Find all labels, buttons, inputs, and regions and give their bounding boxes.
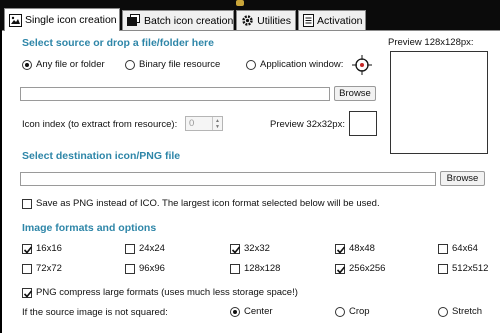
tab-label: Single icon creation (25, 14, 117, 26)
checkbox-label: PNG compress large formats (uses much le… (36, 287, 298, 298)
preview-large-label: Preview 128x128px: (388, 37, 474, 48)
tab-strip: Single icon creation Batch icon creation… (0, 0, 500, 31)
format-checkbox-64x64[interactable]: 64x64 (438, 243, 478, 254)
decorative-mark (236, 0, 244, 6)
single-icon-panel: Select source or drop a file/folder here… (2, 30, 500, 333)
checkbox-label: 256x256 (349, 263, 386, 274)
checkbox-label: 32x32 (244, 243, 270, 254)
radio-stretch[interactable]: Stretch (438, 306, 482, 317)
checkbox-label: 48x48 (349, 243, 375, 254)
radio-label: Application window: (260, 59, 344, 70)
tab-utilities[interactable]: Utilities (236, 10, 296, 30)
radio-indicator[interactable] (125, 59, 135, 70)
radio-indicator[interactable] (22, 59, 32, 70)
radio-crop[interactable]: Crop (335, 306, 370, 317)
radio-indicator[interactable] (246, 59, 256, 70)
gear-icon (241, 14, 254, 28)
batch-icon (127, 14, 141, 28)
png-compress-checkbox[interactable]: PNG compress large formats (uses much le… (22, 287, 298, 298)
format-checkbox-96x96[interactable]: 96x96 (125, 263, 165, 274)
checkbox-label: 24x24 (139, 243, 165, 254)
not-squared-label: If the source image is not squared: (22, 307, 168, 318)
tab-batch-icon-creation[interactable]: Batch icon creation (122, 10, 234, 30)
icon-index-stepper[interactable]: 0 ▲ ▼ (185, 116, 223, 131)
format-checkbox-48x48[interactable]: 48x48 (335, 243, 375, 254)
image-icon (9, 13, 22, 27)
tab-label: Activation (317, 14, 363, 27)
document-icon (303, 14, 314, 28)
checkbox-indicator[interactable] (22, 287, 33, 298)
checkbox-indicator[interactable] (125, 263, 135, 274)
radio-label: Center (244, 306, 273, 317)
destination-browse-button[interactable]: Browse (440, 171, 485, 186)
radio-binary-resource[interactable]: Binary file resource (125, 59, 220, 70)
radio-indicator[interactable] (335, 306, 345, 317)
format-checkbox-72x72[interactable]: 72x72 (22, 263, 62, 274)
format-checkbox-256x256[interactable]: 256x256 (335, 263, 385, 274)
stepper-arrows-icon[interactable]: ▲ ▼ (212, 117, 222, 130)
destination-path-input[interactable] (20, 172, 436, 186)
preview-small-label: Preview 32x32px: (270, 119, 345, 130)
tab-single-icon-creation[interactable]: Single icon creation (4, 8, 120, 31)
destination-heading: Select destination icon/PNG file (22, 150, 181, 162)
radio-label: Stretch (452, 306, 483, 317)
checkbox-label: 16x16 (36, 243, 62, 254)
checkbox-indicator[interactable] (335, 243, 346, 254)
radio-label: Crop (349, 306, 370, 317)
checkbox-indicator[interactable] (438, 263, 448, 274)
format-checkbox-24x24[interactable]: 24x24 (125, 243, 165, 254)
radio-label: Any file or folder (36, 59, 105, 70)
format-checkbox-128x128[interactable]: 128x128 (230, 263, 280, 274)
save-as-png-checkbox[interactable]: Save as PNG instead of ICO. The largest … (22, 198, 380, 209)
format-checkbox-512x512[interactable]: 512x512 (438, 263, 488, 274)
checkbox-indicator[interactable] (230, 243, 241, 254)
source-heading: Select source or drop a file/folder here (22, 37, 214, 49)
checkbox-indicator[interactable] (438, 243, 448, 254)
icon-index-value: 0 (189, 118, 195, 129)
checkbox-label: 512x512 (452, 263, 489, 274)
preview-small-box (349, 111, 377, 136)
radio-indicator[interactable] (438, 306, 448, 317)
tab-label: Batch icon creation (144, 14, 234, 27)
radio-application-window[interactable]: Application window: (246, 59, 343, 70)
preview-large-box (390, 51, 488, 154)
tab-activation[interactable]: Activation (298, 10, 366, 30)
checkbox-indicator[interactable] (125, 243, 135, 254)
radio-any-file[interactable]: Any file or folder (22, 59, 105, 70)
checkbox-label: 128x128 (244, 263, 281, 274)
checkbox-indicator[interactable] (335, 263, 346, 274)
icon-index-label: Icon index (to extract from resource): (22, 119, 178, 130)
checkbox-indicator[interactable] (230, 263, 240, 274)
source-path-input[interactable] (20, 87, 330, 101)
checkbox-indicator[interactable] (22, 263, 32, 274)
format-checkbox-32x32[interactable]: 32x32 (230, 243, 270, 254)
checkbox-label: 96x96 (139, 263, 165, 274)
checkbox-label: 64x64 (452, 243, 478, 254)
source-browse-button[interactable]: Browse (334, 86, 376, 101)
checkbox-indicator[interactable] (22, 243, 33, 254)
tab-label: Utilities (257, 14, 291, 27)
radio-center[interactable]: Center (230, 306, 273, 317)
radio-indicator[interactable] (230, 306, 240, 317)
crosshair-icon[interactable] (352, 55, 372, 78)
checkbox-label: 72x72 (36, 263, 62, 274)
formats-heading: Image formats and options (22, 222, 157, 234)
radio-label: Binary file resource (139, 59, 221, 70)
format-checkbox-16x16[interactable]: 16x16 (22, 243, 62, 254)
checkbox-label: Save as PNG instead of ICO. The largest … (36, 198, 380, 209)
checkbox-indicator[interactable] (22, 198, 32, 209)
